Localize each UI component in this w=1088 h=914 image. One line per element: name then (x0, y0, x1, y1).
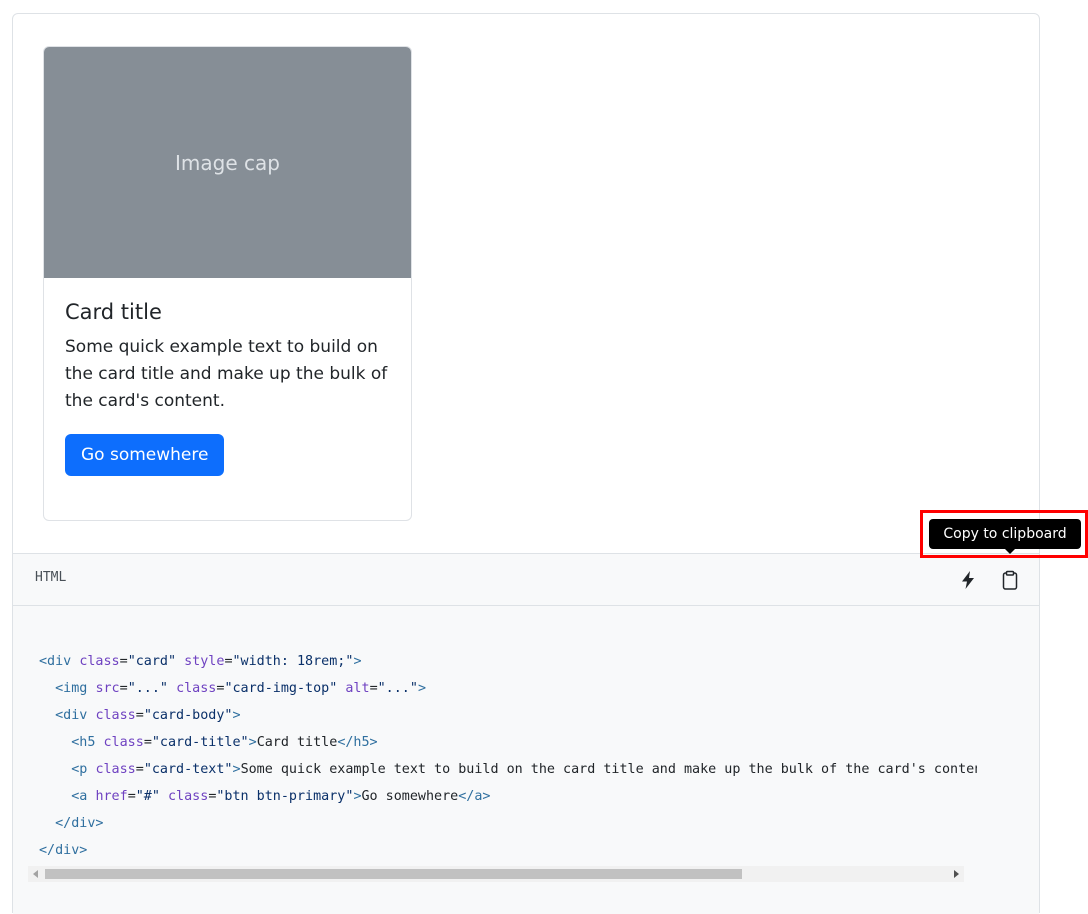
go-somewhere-button[interactable]: Go somewhere (65, 434, 225, 476)
code-line: </div> (39, 843, 88, 858)
card: Image cap Card title Some quick example … (43, 46, 412, 521)
tooltip-arrow (1005, 549, 1015, 554)
example-container: Image cap Card title Some quick example … (12, 13, 1040, 914)
code-line: </div> (55, 816, 104, 831)
horizontal-scrollbar[interactable] (28, 866, 964, 882)
scrollbar-thumb[interactable] (45, 869, 742, 879)
code-line: <h5 class="card-title">Card title</h5> (71, 735, 378, 750)
code-line: <div class="card-body"> (55, 708, 241, 723)
code-line: <div class="card" style="width: 18rem;"> (39, 654, 362, 669)
code-line: <p class="card-text">Some quick example … (71, 762, 977, 777)
lightning-icon[interactable] (957, 569, 979, 591)
copy-tooltip: Copy to clipboard (929, 519, 1081, 549)
code-line: <a href="#" class="btn btn-primary">Go s… (71, 789, 491, 804)
card-text: Some quick example text to build on the … (65, 337, 388, 411)
scroll-right-arrow-icon[interactable] (954, 870, 959, 878)
image-cap-label: Image cap (175, 150, 280, 175)
code-text: <div class="card" style="width: 18rem;">… (39, 648, 977, 864)
clipboard-icon[interactable] (999, 569, 1021, 591)
card-body: Card title Some quick example text to bu… (44, 278, 411, 496)
code-header: HTML (13, 553, 1039, 606)
tooltip-highlight: Copy to clipboard (920, 510, 1088, 558)
card-image-placeholder: Image cap (44, 47, 411, 278)
scroll-left-arrow-icon[interactable] (33, 870, 38, 878)
card-title: Card title (65, 300, 162, 324)
example-preview: Image cap Card title Some quick example … (13, 14, 1039, 553)
code-language-label: HTML (35, 570, 67, 585)
code-line: <img src="..." class="card-img-top" alt=… (55, 681, 426, 696)
